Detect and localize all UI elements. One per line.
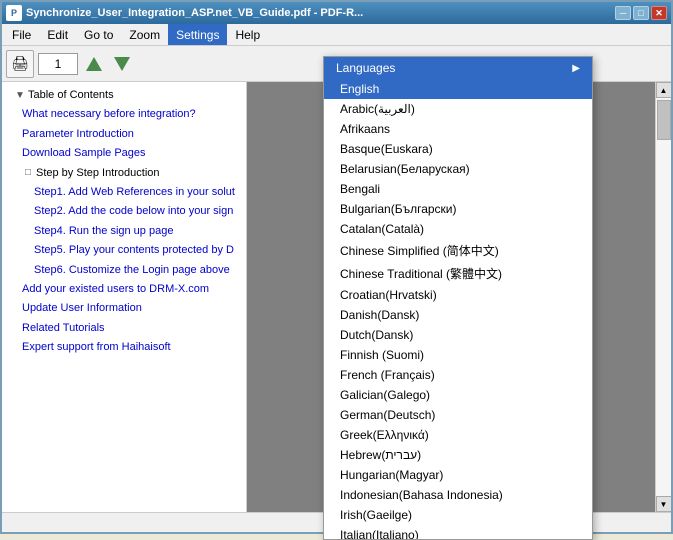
page-number-input[interactable] [38,53,78,75]
toc-toggle-root: ▼ [14,90,26,102]
scroll-track [656,98,671,496]
close-button[interactable]: ✕ [651,6,667,20]
window-title: Synchronize_User_Integration_ASP.net_VB_… [26,7,611,19]
page-down-button[interactable] [110,52,134,76]
app-icon: P [6,5,22,21]
language-item-0[interactable]: English [324,79,592,99]
title-bar: P Synchronize_User_Integration_ASP.net_V… [2,2,671,24]
language-item-19[interactable]: Hungarian(Magyar) [324,465,592,485]
down-arrow-icon [114,57,130,71]
menu-edit[interactable]: Edit [39,24,76,45]
language-item-2[interactable]: Afrikaans [324,119,592,139]
page-up-button[interactable] [82,52,106,76]
language-item-1[interactable]: Arabic(العربية) [324,99,592,119]
menu-settings[interactable]: Settings [168,24,227,45]
language-item-6[interactable]: Bulgarian(Български) [324,199,592,219]
toc-item-parameter-intro[interactable]: Parameter Introduction [2,125,246,144]
language-item-5[interactable]: Bengali [324,179,592,199]
language-item-20[interactable]: Indonesian(Bahasa Indonesia) [324,485,592,505]
menu-file[interactable]: File [4,24,39,45]
language-item-11[interactable]: Danish(Dansk) [324,305,592,325]
toc-heading[interactable]: ▼ Table of Contents [2,86,246,105]
language-item-14[interactable]: French (Français) [324,365,592,385]
menu-help[interactable]: Help [227,24,268,45]
languages-dropdown-header: Languages ▶ [324,57,592,79]
menu-zoom[interactable]: Zoom [121,24,168,45]
toc-panel: ▼ Table of Contents What necessary befor… [2,82,247,512]
toc-item-related-tutorials[interactable]: Related Tutorials [2,319,246,338]
toc-item-step2[interactable]: Step2. Add the code below into your sign [2,202,246,221]
language-item-22[interactable]: Italian(Italiano) [324,525,592,539]
up-arrow-icon [86,57,102,71]
toc-toggle-steps: □ [22,167,34,179]
language-item-9[interactable]: Chinese Traditional (繁體中文) [324,262,592,285]
minimize-button[interactable]: ─ [615,6,631,20]
toc-item-step5[interactable]: Step5. Play your contents protected by D [2,241,246,260]
toc-item-step1[interactable]: Step1. Add Web References in your solut [2,183,246,202]
language-item-4[interactable]: Belarusian(Беларуская) [324,159,592,179]
scroll-thumb[interactable] [657,100,671,140]
vertical-scrollbar: ▲ ▼ [655,82,671,512]
menu-goto[interactable]: Go to [76,24,121,45]
toc-item-update-user[interactable]: Update User Information [2,299,246,318]
languages-list: EnglishArabic(العربية)AfrikaansBasque(Eu… [324,79,592,539]
toc-item-step-by-step[interactable]: □ Step by Step Introduction [2,164,246,183]
language-item-13[interactable]: Finnish (Suomi) [324,345,592,365]
toc-item-step6[interactable]: Step6. Customize the Login page above [2,261,246,280]
toc-item-download-sample[interactable]: Download Sample Pages [2,144,246,163]
scroll-up-button[interactable]: ▲ [656,82,672,98]
toc-item-expert-support[interactable]: Expert support from Haihaisoft [2,338,246,357]
language-item-3[interactable]: Basque(Euskara) [324,139,592,159]
dropdown-arrow-icon: ▶ [572,63,580,74]
language-item-7[interactable]: Catalan(Català) [324,219,592,239]
language-item-17[interactable]: Greek(Ελληνικά) [324,425,592,445]
language-item-8[interactable]: Chinese Simplified (简体中文) [324,239,592,262]
toc-item-step4[interactable]: Step4. Run the sign up page [2,222,246,241]
toc-item-add-users[interactable]: Add your existed users to DRM-X.com [2,280,246,299]
toc-item-what-necessary[interactable]: What necessary before integration? [2,105,246,124]
scroll-down-button[interactable]: ▼ [656,496,672,512]
language-item-16[interactable]: German(Deutsch) [324,405,592,425]
language-item-18[interactable]: Hebrew(עברית) [324,445,592,465]
language-item-10[interactable]: Croatian(Hrvatski) [324,285,592,305]
print-button[interactable]: 🖨 [6,50,34,78]
maximize-button[interactable]: □ [633,6,649,20]
language-item-21[interactable]: Irish(Gaeilge) [324,505,592,525]
language-item-12[interactable]: Dutch(Dansk) [324,325,592,345]
window-controls: ─ □ ✕ [615,6,667,20]
languages-dropdown: Languages ▶ EnglishArabic(العربية)Afrika… [323,56,593,540]
language-item-15[interactable]: Galician(Galego) [324,385,592,405]
menu-bar: File Edit Go to Zoom Settings Help [2,24,671,46]
